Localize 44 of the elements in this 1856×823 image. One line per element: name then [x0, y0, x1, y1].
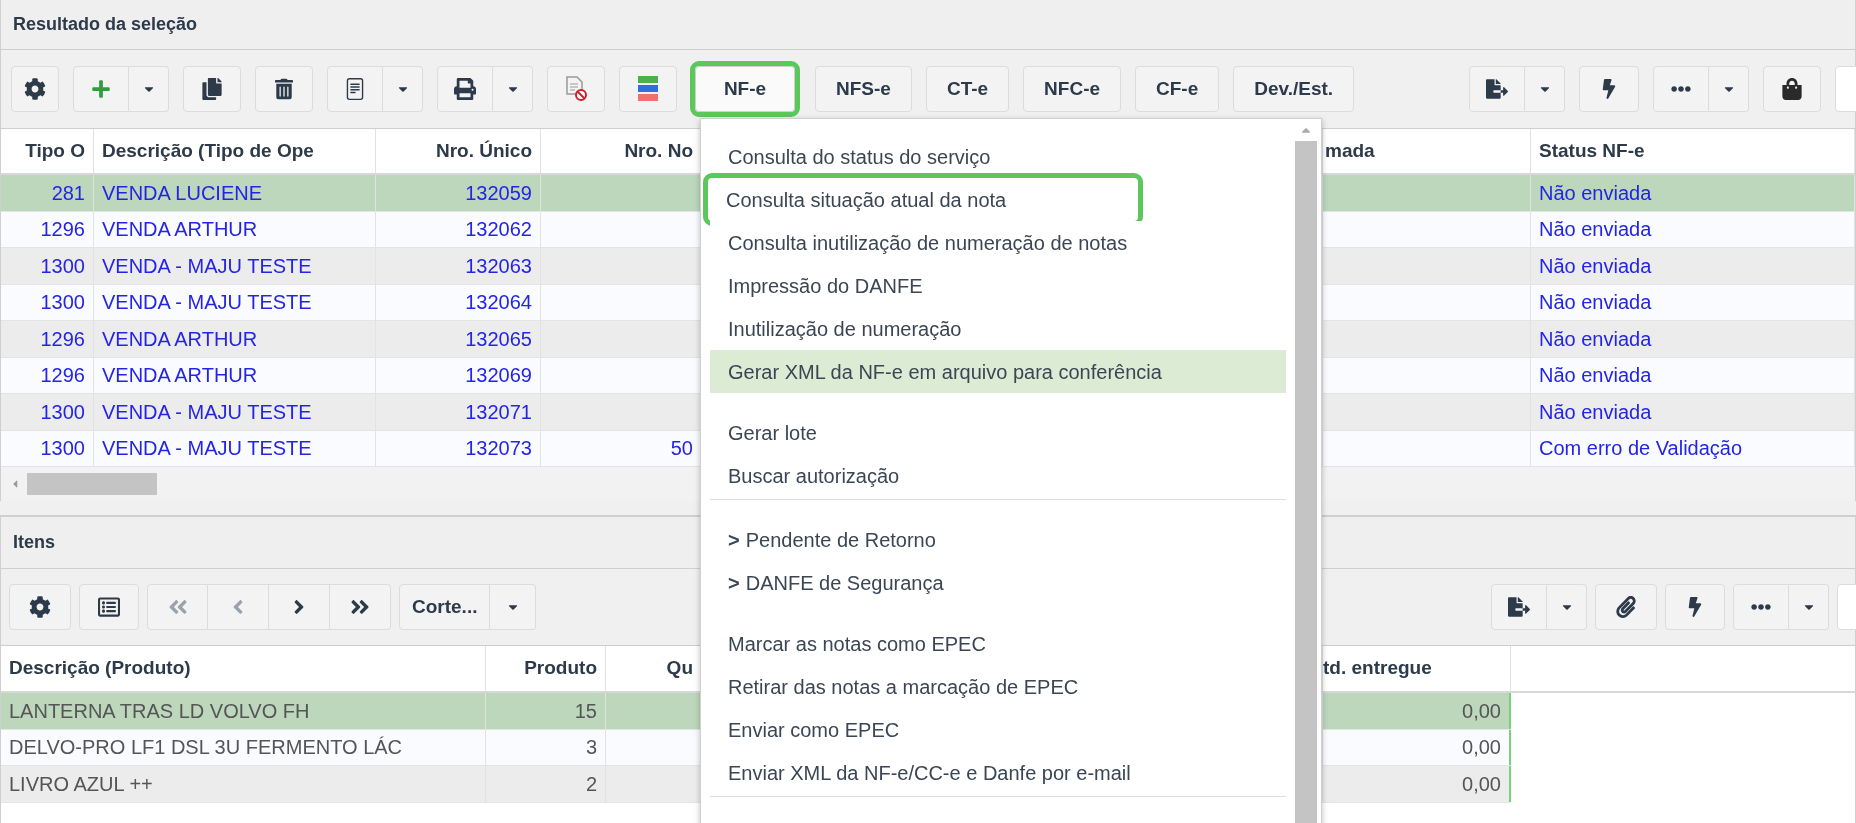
- table-cell-text: 132063: [465, 253, 532, 279]
- table-cell-text: Não enviada: [1539, 290, 1652, 316]
- table-cell-text: 132073: [465, 436, 532, 462]
- table-cell-text: VENDA ARTHUR: [102, 363, 258, 389]
- table-cell-text: Não enviada: [1539, 399, 1652, 425]
- panel-title: Resultado da seleção: [13, 13, 198, 36]
- table-cell-text: 1296: [40, 217, 85, 243]
- table-cell-text: VENDA - MAJU TESTE: [102, 399, 312, 425]
- table-cell-text: Com erro de Validação: [1539, 436, 1743, 462]
- table-cell-text: Não enviada: [1539, 326, 1652, 352]
- panel-title: Itens: [13, 531, 55, 554]
- table-cell-text: VENDA - MAJU TESTE: [102, 436, 312, 462]
- table-cell-text: Não enviada: [1539, 363, 1652, 389]
- table-cell-text: 1300: [40, 436, 85, 462]
- table-cell-text: 0,00: [1462, 771, 1501, 797]
- table-cell-text: 1300: [40, 253, 85, 279]
- table-cell-text: 2: [585, 771, 597, 797]
- table-cell-text: Não enviada: [1539, 180, 1652, 206]
- table-cell-text: DELVO-PRO LF1 DSL 3U FERMENTO LÁC: [9, 735, 403, 761]
- table-cell-text: 132064: [465, 290, 532, 316]
- table-cell-text: 50: [670, 436, 693, 462]
- table-cell-text: 3: [585, 735, 597, 761]
- table-cell-text: 281: [51, 180, 85, 206]
- table-cell-text: 1300: [40, 290, 85, 316]
- table-cell-text: VENDA ARTHUR: [102, 326, 258, 352]
- table-cell-text: 1296: [40, 326, 85, 352]
- table-cell-text: VENDA LUCIENE: [102, 180, 263, 206]
- table-cell-text: LANTERNA TRAS LD VOLVO FH: [9, 698, 310, 724]
- table-cell-text: VENDA - MAJU TESTE: [102, 253, 312, 279]
- table-cell-text: VENDA - MAJU TESTE: [102, 290, 312, 316]
- table-cell-text: 132069: [465, 363, 532, 389]
- table-cell-text: 1296: [40, 363, 85, 389]
- table-cell-text: 0,00: [1462, 735, 1501, 761]
- table-cell-text: 132062: [465, 217, 532, 243]
- table-cell-text: 132059: [465, 180, 532, 206]
- table-cell-text: Não enviada: [1539, 253, 1652, 279]
- table-cell-text: 1300: [40, 399, 85, 425]
- table-cell-text: Não enviada: [1539, 217, 1652, 243]
- table-cell-text: VENDA ARTHUR: [102, 217, 258, 243]
- table-cell-text: LIVRO AZUL ++: [9, 771, 153, 797]
- table-cell-text: 132071: [465, 399, 532, 425]
- table-cell-text: 132065: [465, 326, 532, 352]
- table-cell-text: 15: [574, 698, 597, 724]
- table-cell-text: 0,00: [1462, 698, 1501, 724]
